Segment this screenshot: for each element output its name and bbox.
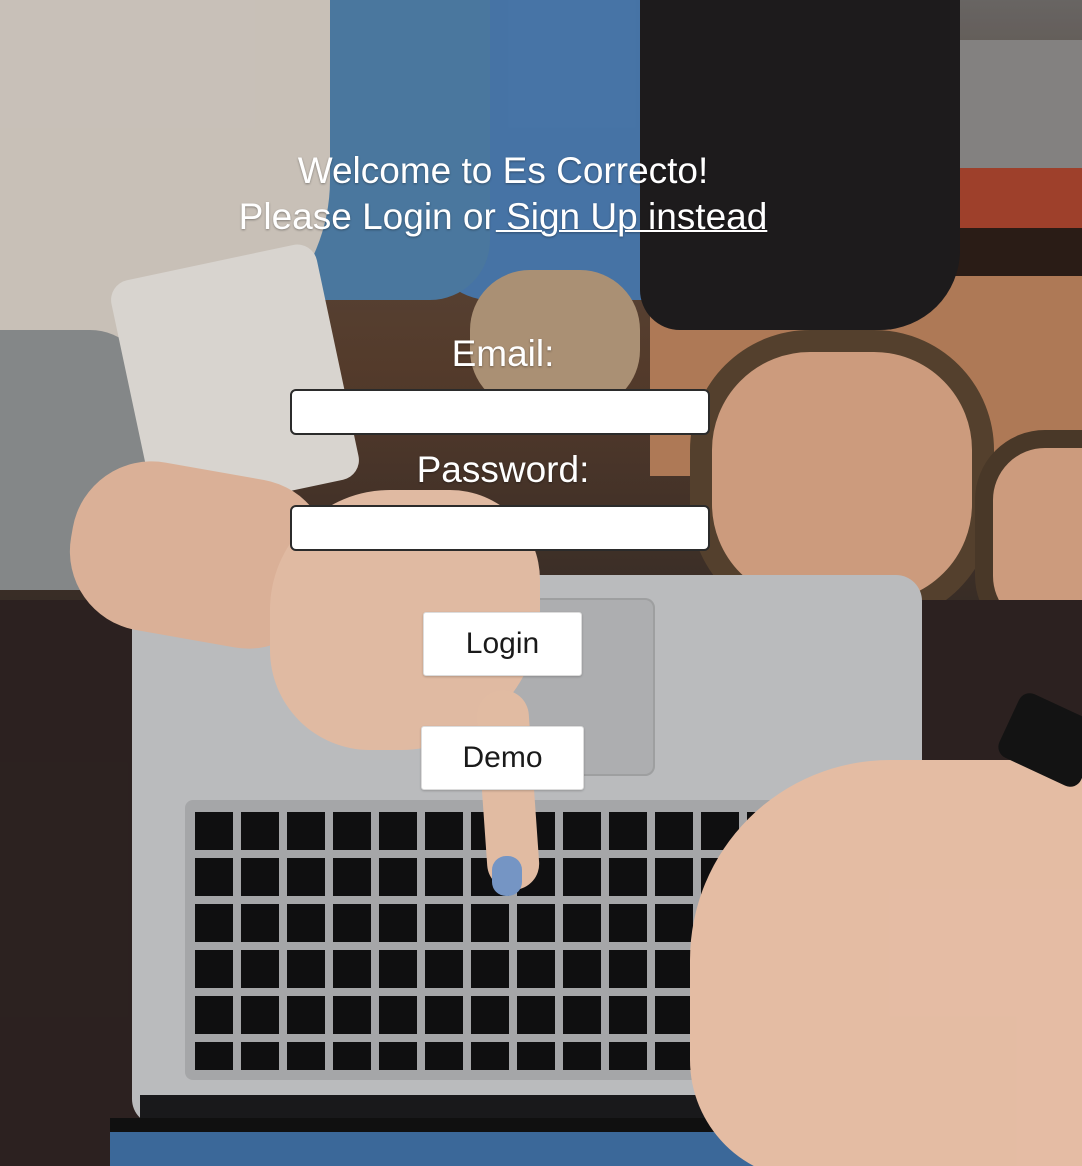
login-prompt-text: Please Login or xyxy=(238,196,496,237)
welcome-heading: Welcome to Es Correcto! xyxy=(297,150,709,191)
email-field[interactable] xyxy=(290,389,710,435)
page-title: Welcome to Es Correcto! Please Login or … xyxy=(0,148,1006,240)
login-button[interactable]: Login xyxy=(423,612,582,676)
password-label: Password: xyxy=(416,449,590,490)
email-label: Email: xyxy=(451,333,555,374)
password-field[interactable] xyxy=(290,505,710,551)
login-prompt: Please Login or Sign Up instead xyxy=(0,194,1006,240)
demo-button[interactable]: Demo xyxy=(421,726,584,790)
signup-link[interactable]: Sign Up instead xyxy=(496,196,767,237)
